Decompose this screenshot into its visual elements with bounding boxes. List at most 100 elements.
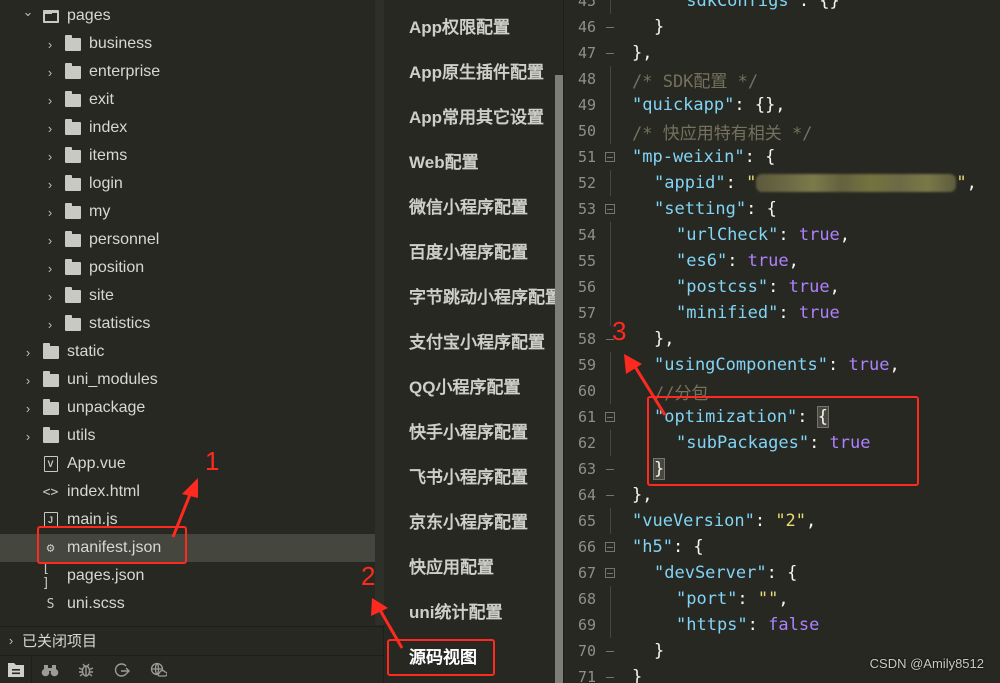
chevron-right-icon[interactable]: › xyxy=(44,37,56,52)
settings-nav-item[interactable]: App常用其它设置 xyxy=(409,103,559,133)
tree-folder-utils[interactable]: › utils xyxy=(0,422,375,450)
tree-folder-static[interactable]: › static xyxy=(0,338,375,366)
tree-item-label: login xyxy=(89,175,123,192)
csdn-watermark: CSDN @Amily8512 xyxy=(869,656,984,671)
code-line[interactable]: 48 /* SDK配置 */ xyxy=(564,66,1000,92)
tree-folder-personnel[interactable]: › personnel xyxy=(0,226,375,254)
code-line[interactable]: 68 "port": "", xyxy=(564,586,1000,612)
code-line[interactable]: 46} xyxy=(564,14,1000,40)
chevron-right-icon[interactable]: › xyxy=(44,121,56,136)
settings-nav-item[interactable]: 快手小程序配置 xyxy=(409,418,559,448)
git-source-control-icon[interactable] xyxy=(104,656,140,683)
fold-toggle-icon[interactable] xyxy=(596,412,632,422)
settings-nav-item[interactable]: 快应用配置 xyxy=(409,553,559,583)
chevron-right-icon[interactable]: › xyxy=(22,401,34,416)
code-line[interactable]: 52 "appid": " ", xyxy=(564,170,1000,196)
code-line[interactable]: 45 "sdkConfigs": {} xyxy=(564,0,1000,14)
tree-file-main-js[interactable]: Jmain.js xyxy=(0,506,375,534)
chevron-right-icon[interactable]: › xyxy=(22,373,34,388)
code-line[interactable]: 54 "urlCheck": true, xyxy=(564,222,1000,248)
settings-nav-item[interactable]: 京东小程序配置 xyxy=(409,508,559,538)
tree-item-label: unpackage xyxy=(67,399,146,416)
code-line[interactable]: 51 "mp-weixin": { xyxy=(564,144,1000,170)
code-line[interactable]: 55 "es6": true, xyxy=(564,248,1000,274)
chevron-right-icon[interactable]: › xyxy=(44,177,56,192)
code-line[interactable]: 47}, xyxy=(564,40,1000,66)
code-line[interactable]: 53 "setting": { xyxy=(564,196,1000,222)
tree-folder-my[interactable]: › my xyxy=(0,198,375,226)
code-line[interactable]: 62 "subPackages": true xyxy=(564,430,1000,456)
tree-folder-items[interactable]: › items xyxy=(0,142,375,170)
code-line[interactable]: 61 "optimization": { xyxy=(564,404,1000,430)
settings-nav-item[interactable]: Web配置 xyxy=(409,148,559,178)
code-token: true xyxy=(829,433,871,453)
tree-file-app-vue[interactable]: V App.vue xyxy=(0,450,375,478)
chevron-right-icon[interactable]: › xyxy=(44,205,56,220)
code-line[interactable]: 63} xyxy=(564,456,1000,482)
code-line[interactable]: 49 "quickapp": {}, xyxy=(564,92,1000,118)
fold-marker xyxy=(610,0,611,14)
project-explorer-scrollbar[interactable] xyxy=(375,0,384,625)
code-text: /* 快应用特有相关 */ xyxy=(632,119,812,144)
tree-folder-enterprise[interactable]: › enterprise xyxy=(0,58,375,86)
settings-nav-item[interactable]: uni统计配置 xyxy=(409,598,559,628)
chevron-right-icon[interactable]: › xyxy=(44,289,56,304)
settings-nav-item[interactable]: 字节跳动小程序配置 xyxy=(409,283,559,313)
code-line[interactable]: 65 "vueVersion": "2", xyxy=(564,508,1000,534)
line-number: 64 xyxy=(577,486,596,504)
chevron-right-icon[interactable]: › xyxy=(44,261,56,276)
tree-file-pages-json[interactable]: [ ] pages.json xyxy=(0,561,375,591)
tree-folder-unpackage[interactable]: › unpackage xyxy=(0,394,375,422)
code-line[interactable]: 67 "devServer": { xyxy=(564,560,1000,586)
chevron-right-icon[interactable]: › xyxy=(44,149,56,164)
settings-nav-item[interactable]: App原生插件配置 xyxy=(409,58,559,88)
line-number: 49 xyxy=(577,96,596,114)
chevron-right-icon[interactable]: › xyxy=(44,65,56,80)
tree-file-manifest-json[interactable]: ⚙ manifest.json xyxy=(0,534,375,562)
tree-folder-uni-modules[interactable]: › uni_modules xyxy=(0,366,375,394)
code-line[interactable]: 69 "https": false xyxy=(564,612,1000,638)
tree-folder-business[interactable]: › business xyxy=(0,30,375,58)
code-line[interactable]: 66 "h5": { xyxy=(564,534,1000,560)
tree-folder-position[interactable]: › position xyxy=(0,254,375,282)
settings-nav-item[interactable]: QQ小程序配置 xyxy=(409,373,559,403)
settings-nav-item[interactable]: 支付宝小程序配置 xyxy=(409,328,559,358)
tree-folder-exit[interactable]: › exit xyxy=(0,86,375,114)
nav-item-source-view[interactable]: 源码视图 xyxy=(409,643,559,673)
chevron-right-icon[interactable]: › xyxy=(44,233,56,248)
cloud-service-icon[interactable] xyxy=(140,656,176,683)
search-binoculars-icon[interactable] xyxy=(32,656,68,683)
project-manager-icon[interactable] xyxy=(0,655,32,683)
fold-toggle-icon[interactable] xyxy=(596,204,632,214)
chevron-right-icon[interactable]: › xyxy=(44,93,56,108)
tree-folder-login[interactable]: › login xyxy=(0,170,375,198)
chevron-right-icon[interactable]: › xyxy=(22,345,34,360)
settings-nav-item[interactable]: App权限配置 xyxy=(409,13,559,43)
tree-file-uni-scss[interactable]: Suni.scss xyxy=(0,590,375,618)
code-line[interactable]: 58}, xyxy=(564,326,1000,352)
tree-folder-pages[interactable]: ⌄ pages xyxy=(0,2,375,30)
chevron-right-icon[interactable]: › xyxy=(22,429,34,444)
code-line[interactable]: 64}, xyxy=(564,482,1000,508)
settings-nav-item[interactable]: 百度小程序配置 xyxy=(409,238,559,268)
tree-file-index-html[interactable]: <> index.html xyxy=(0,478,375,506)
code-editor[interactable]: 45 "sdkConfigs": {} 46} 47}, 48/* SDK配置 */49… xyxy=(564,0,1000,683)
closed-projects-section[interactable]: › 已关闭项目 xyxy=(0,626,384,654)
code-line[interactable]: 50 /* 快应用特有相关 */ xyxy=(564,118,1000,144)
settings-nav-scrollbar[interactable] xyxy=(555,75,563,683)
settings-nav-item[interactable]: 微信小程序配置 xyxy=(409,193,559,223)
debug-bug-icon[interactable] xyxy=(68,656,104,683)
code-line[interactable]: 57 "minified": true xyxy=(564,300,1000,326)
code-line[interactable]: 59 "usingComponents": true, xyxy=(564,352,1000,378)
fold-toggle-icon[interactable] xyxy=(596,542,632,552)
fold-toggle-icon[interactable] xyxy=(596,568,632,578)
tree-folder-site[interactable]: › site xyxy=(0,282,375,310)
code-line[interactable]: 56 "postcss": true, xyxy=(564,274,1000,300)
chevron-right-icon[interactable]: › xyxy=(44,317,56,332)
code-line[interactable]: 60 //分包 xyxy=(564,378,1000,404)
chevron-down-icon[interactable]: ⌄ xyxy=(22,4,34,20)
fold-toggle-icon[interactable] xyxy=(596,152,632,162)
tree-folder-index[interactable]: › index xyxy=(0,114,375,142)
settings-nav-item[interactable]: 飞书小程序配置 xyxy=(409,463,559,493)
tree-folder-statistics[interactable]: › statistics xyxy=(0,310,375,338)
